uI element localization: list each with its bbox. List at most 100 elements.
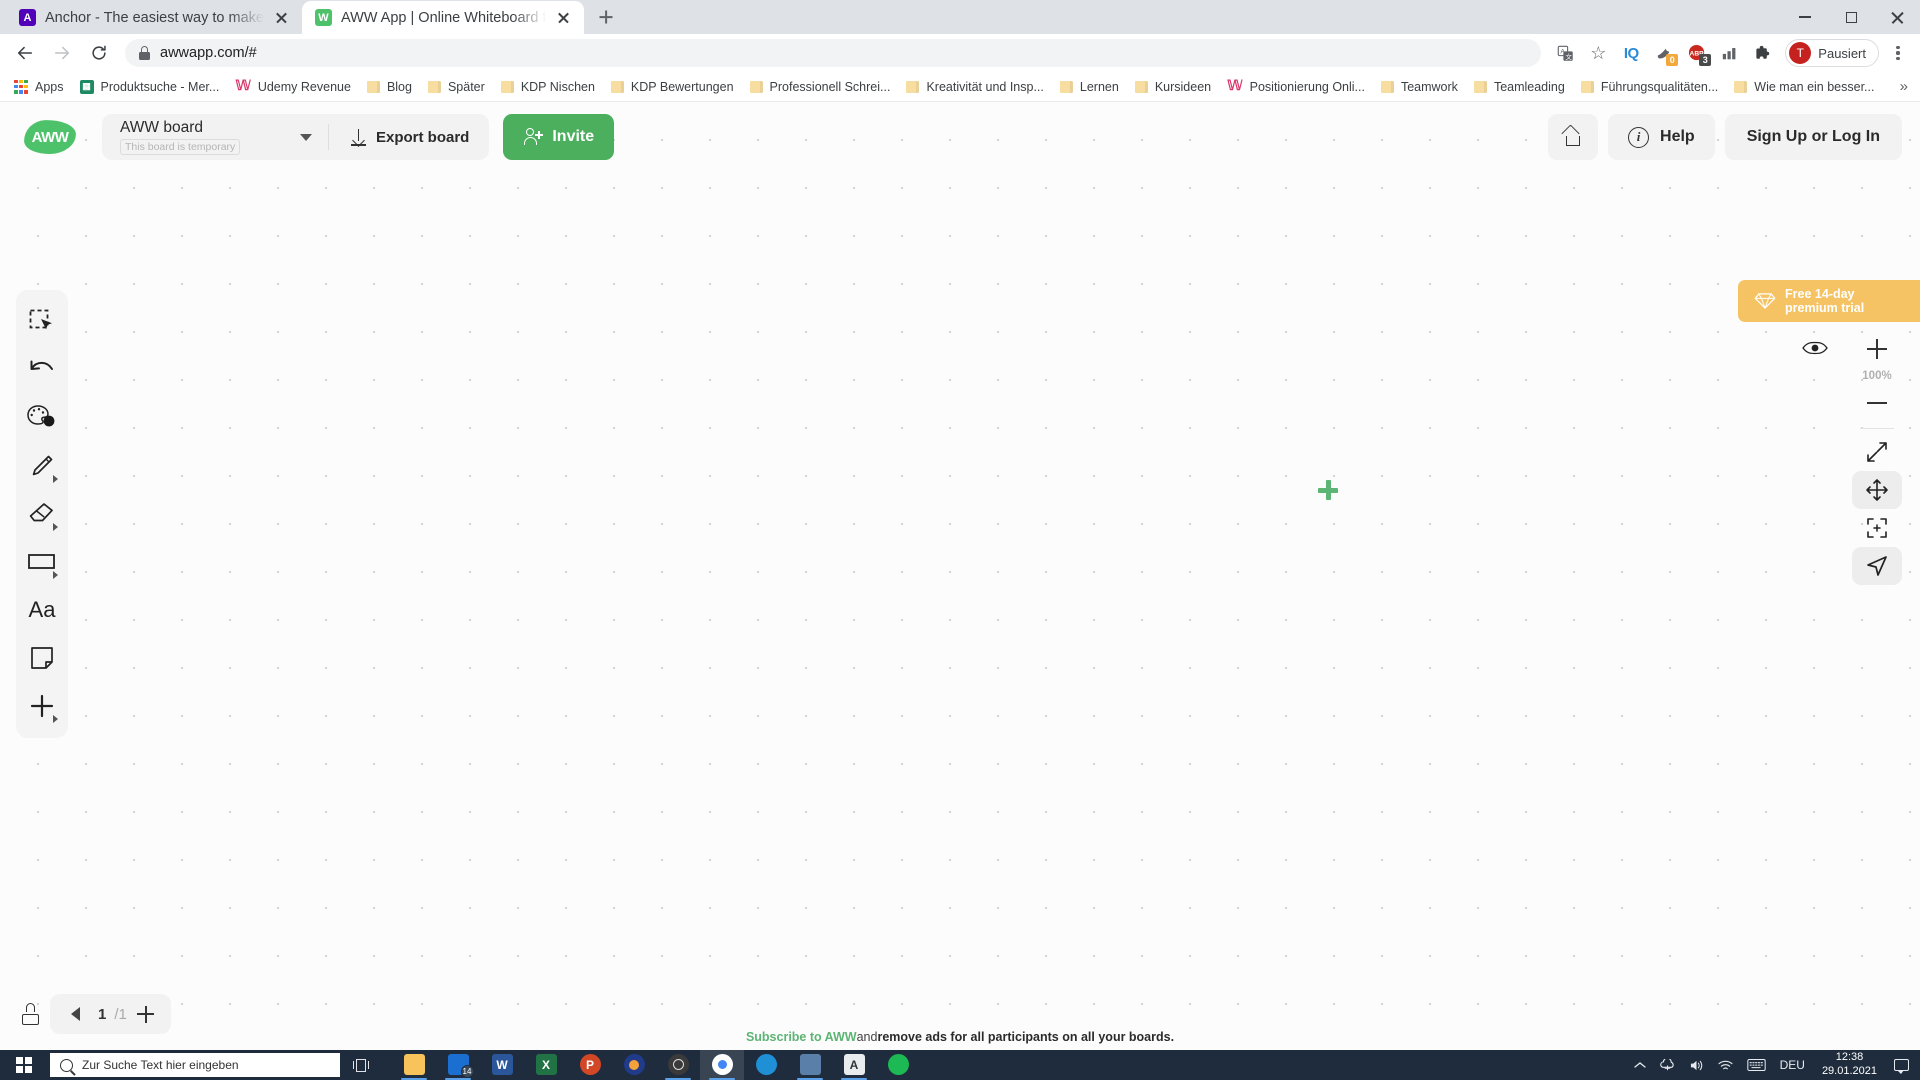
bookmark-fuehrungsqualitaeten[interactable]: Führungsqualitäten... [1573, 77, 1726, 97]
language-indicator[interactable]: DEU [1773, 1050, 1812, 1080]
browser-tab-anchor[interactable]: A Anchor - The easiest way to make [6, 1, 302, 34]
bookmark-kdp-nischen[interactable]: KDP Nischen [493, 77, 603, 97]
volume-tray-icon[interactable] [1682, 1050, 1711, 1080]
lock-icon[interactable] [22, 1003, 40, 1025]
window-close-button[interactable] [1874, 0, 1920, 34]
bookmark-star-icon[interactable]: ☆ [1583, 38, 1613, 68]
translate-icon[interactable]: A 文 [1550, 38, 1580, 68]
taskbar-search-input[interactable]: Zur Suche Text hier eingeben [50, 1053, 340, 1077]
tab-title: Anchor - The easiest way to make [45, 9, 264, 26]
reload-button[interactable] [82, 36, 116, 70]
taskbar-google-chrome[interactable] [700, 1050, 744, 1080]
start-button[interactable] [0, 1050, 48, 1080]
help-button[interactable]: i Help [1608, 114, 1715, 160]
action-center-button[interactable] [1887, 1050, 1916, 1080]
bookmark-produktsuche[interactable]: ▦ Produktsuche - Mer... [72, 77, 228, 97]
bookmark-teamleading[interactable]: Teamleading [1466, 77, 1573, 97]
note-tool[interactable] [20, 634, 64, 682]
aww-logo[interactable]: AWW [23, 119, 77, 155]
onedrive-tray-icon[interactable] [1653, 1050, 1682, 1080]
visibility-toggle[interactable] [1802, 340, 1828, 356]
taskbar-notepad-app[interactable]: A [832, 1050, 876, 1080]
address-bar[interactable]: awwapp.com/# [125, 39, 1542, 67]
taskbar-obs-studio[interactable] [656, 1050, 700, 1080]
taskbar-excel[interactable]: X [524, 1050, 568, 1080]
bookmarks-overflow-icon[interactable]: » [1900, 78, 1914, 95]
subscribe-footer: Subscribe to AWW and remove ads for all … [0, 1024, 1920, 1050]
new-tab-button[interactable] [592, 3, 620, 31]
color-tool[interactable] [20, 394, 64, 442]
taskbar-clock[interactable]: 12:38 29.01.2021 [1812, 1050, 1887, 1080]
pen-tool[interactable] [20, 442, 64, 490]
folder-icon [500, 80, 514, 93]
bookmark-apps[interactable]: Apps [6, 77, 72, 97]
text-tool[interactable]: Aa [20, 586, 64, 634]
bookmark-kdp-bewertungen[interactable]: KDP Bewertungen [603, 77, 742, 97]
board-name-dropdown[interactable]: AWW board This board is temporary [106, 114, 322, 160]
bookmark-wie-man-besser[interactable]: Wie man ein besser... [1726, 77, 1882, 97]
color-palette-icon [27, 405, 55, 427]
bookmark-kursideen[interactable]: Kursideen [1127, 77, 1219, 97]
task-view-button[interactable] [340, 1050, 382, 1080]
extensions-puzzle-icon[interactable] [1748, 38, 1778, 68]
taskbar-microsoft-edge[interactable] [744, 1050, 788, 1080]
select-tool[interactable] [20, 298, 64, 346]
navigate-pointer-button[interactable] [1852, 547, 1902, 585]
eraser-submenu-arrow[interactable] [53, 523, 58, 531]
shape-tool[interactable] [20, 538, 64, 586]
folder-icon [1380, 80, 1394, 93]
expand-diagonal-icon [1867, 442, 1887, 462]
eraser-tool[interactable] [20, 490, 64, 538]
mail-icon: 14 [447, 1054, 474, 1078]
bookmark-professionell-schreiben[interactable]: Professionell Schrei... [742, 77, 899, 97]
signup-login-button[interactable]: Sign Up or Log In [1724, 114, 1902, 160]
zoom-out-button[interactable] [1852, 384, 1902, 422]
taskbar-word[interactable]: W [480, 1050, 524, 1080]
invite-button[interactable]: Invite [503, 114, 615, 160]
file-explorer-icon [403, 1054, 425, 1075]
export-board-button[interactable]: Export board [335, 114, 485, 160]
adblock-extension-icon[interactable]: ABP 3 [1682, 38, 1712, 68]
taskbar-file-explorer[interactable] [392, 1050, 436, 1080]
more-tool[interactable] [20, 682, 64, 730]
wifi-tray-icon[interactable] [1711, 1050, 1740, 1080]
taskbar-powerpoint[interactable]: P [568, 1050, 612, 1080]
iq-extension-icon[interactable]: IQ [1616, 38, 1646, 68]
premium-trial-banner[interactable]: Free 14-day premium trial [1738, 280, 1920, 322]
show-hidden-icons-button[interactable] [1627, 1050, 1653, 1080]
pen-submenu-arrow[interactable] [53, 475, 58, 483]
shape-submenu-arrow[interactable] [53, 571, 58, 579]
taskbar-spotify[interactable] [876, 1050, 920, 1080]
browser-tab-aww[interactable]: W AWW App | Online Whiteboard f [301, 1, 585, 34]
bookmark-udemy-revenue[interactable]: 𝕎 Udemy Revenue [227, 75, 359, 98]
bird-extension-icon[interactable]: 0 [1649, 38, 1679, 68]
grid-extension-icon[interactable] [1715, 38, 1745, 68]
fit-screen-button[interactable] [1852, 433, 1902, 471]
bookmark-positionierung[interactable]: 𝕎 Positionierung Onli... [1219, 75, 1373, 98]
tab-close-icon[interactable] [555, 9, 572, 26]
profile-chip[interactable]: T Pausiert [1785, 39, 1879, 67]
taskbar-mail[interactable]: 14 [436, 1050, 480, 1080]
taskbar-audacity[interactable] [612, 1050, 656, 1080]
folder-icon [1059, 80, 1073, 93]
home-button[interactable] [1548, 114, 1599, 160]
bookmark-spaeter[interactable]: Später [420, 77, 493, 97]
tab-close-icon[interactable] [273, 9, 290, 26]
zoom-in-button[interactable] [1852, 330, 1902, 368]
maximize-button[interactable] [1828, 0, 1874, 34]
undo-tool[interactable] [20, 346, 64, 394]
bookmark-kreativitaet[interactable]: Kreativität und Insp... [898, 77, 1051, 97]
subscribe-link[interactable]: Subscribe to AWW [746, 1030, 857, 1044]
back-button[interactable] [8, 36, 42, 70]
focus-frame-button[interactable] [1852, 509, 1902, 547]
bookmark-teamwork[interactable]: Teamwork [1373, 77, 1466, 97]
chrome-menu-icon[interactable] [1884, 38, 1912, 68]
bookmark-blog[interactable]: Blog [359, 77, 420, 97]
forward-button[interactable] [45, 36, 79, 70]
taskbar-photo-editor[interactable] [788, 1050, 832, 1080]
bookmark-lernen[interactable]: Lernen [1052, 77, 1127, 97]
more-submenu-arrow[interactable] [53, 715, 58, 723]
minimize-button[interactable] [1782, 0, 1828, 34]
pan-tool-button[interactable] [1852, 471, 1902, 509]
keyboard-tray-icon[interactable] [1740, 1050, 1773, 1080]
